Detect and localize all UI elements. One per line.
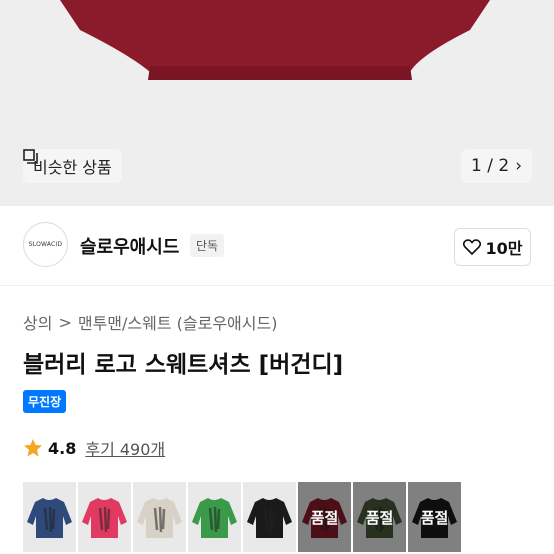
exclusive-badge: 단독 bbox=[190, 234, 225, 257]
store-logo-text: SLOWACID bbox=[28, 241, 63, 248]
product-title: 블러리 로고 스웨트셔츠 [버건디] bbox=[23, 352, 344, 378]
sweatshirt-thumbnail bbox=[192, 498, 237, 538]
color-swatch[interactable] bbox=[243, 482, 296, 552]
similar-products-label: 비슷한 상품 bbox=[33, 158, 112, 177]
similar-products-button[interactable]: 비슷한 상품 bbox=[23, 149, 122, 183]
product-image-carousel[interactable]: 비슷한 상품 1 / 2 › bbox=[0, 0, 554, 206]
rating-score: 4.8 bbox=[48, 438, 77, 458]
copy-icon bbox=[23, 149, 38, 164]
sold-out-label: 품절 bbox=[408, 482, 461, 552]
image-pager[interactable]: 1 / 2 › bbox=[461, 149, 532, 183]
pager-count: 1 / 2 bbox=[471, 156, 510, 176]
chevron-right-icon: › bbox=[515, 156, 522, 176]
sweatshirt-thumbnail bbox=[247, 498, 292, 538]
rating-row: 4.8 후기 490개 bbox=[23, 436, 165, 460]
color-swatch[interactable]: 품절 bbox=[298, 482, 351, 552]
color-swatch[interactable]: 품절 bbox=[408, 482, 461, 552]
sold-out-label: 품절 bbox=[353, 482, 406, 552]
breadcrumb-category[interactable]: 상의 bbox=[23, 310, 52, 334]
color-swatch[interactable] bbox=[78, 482, 131, 552]
store-row: SLOWACID 슬로우애시드 단독 10만 bbox=[0, 206, 554, 286]
store-name[interactable]: 슬로우애시드 bbox=[80, 233, 179, 259]
color-swatch[interactable]: 품절 bbox=[353, 482, 406, 552]
breadcrumb: 상의 > 맨투맨/스웨트 (슬로우애시드) bbox=[23, 310, 277, 334]
event-badge: 무진장 bbox=[23, 390, 67, 413]
breadcrumb-subcategory[interactable]: 맨투맨/스웨트 (슬로우애시드) bbox=[78, 310, 278, 334]
color-swatch[interactable] bbox=[188, 482, 241, 552]
store-logo[interactable]: SLOWACID bbox=[23, 222, 68, 267]
heart-icon bbox=[462, 239, 481, 255]
sweatshirt-thumbnail bbox=[27, 498, 72, 538]
color-options: 품절 품절 품절 bbox=[23, 482, 461, 552]
star-icon bbox=[24, 439, 42, 457]
sold-out-label: 품절 bbox=[298, 482, 351, 552]
like-count: 10만 bbox=[485, 239, 523, 258]
like-button[interactable]: 10만 bbox=[454, 228, 531, 266]
review-link[interactable]: 후기 490개 bbox=[85, 436, 165, 460]
color-swatch[interactable] bbox=[23, 482, 76, 552]
sweatshirt-thumbnail bbox=[137, 498, 182, 538]
sweatshirt-thumbnail bbox=[82, 498, 127, 538]
breadcrumb-separator: > bbox=[58, 312, 72, 332]
color-swatch[interactable] bbox=[133, 482, 186, 552]
